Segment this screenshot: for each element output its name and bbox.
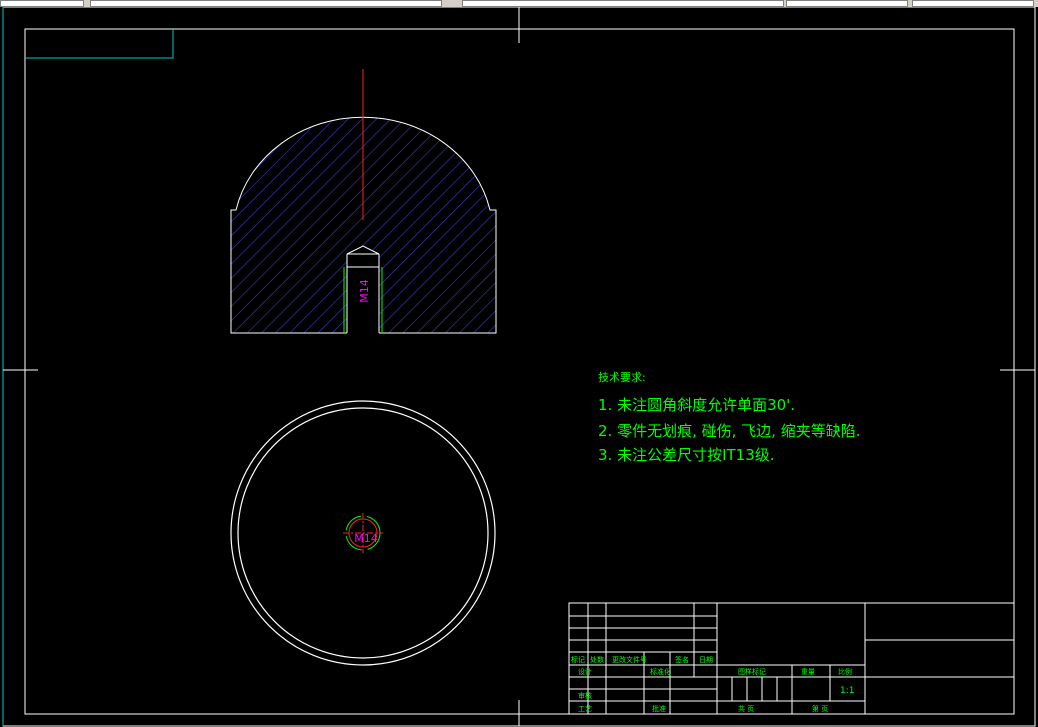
tb-label-approve: 批准 [652,704,666,713]
top-view[interactable]: M14 [230,400,496,666]
technical-requirements: 技术要求: 1. 未注圆角斜度允许单面30'. 2. 零件无划痕, 碰伤, 飞边… [598,371,860,464]
tb-label-design: 设计 [578,667,592,676]
toolbar-field[interactable] [786,0,908,7]
tb-label-signature: 签名 [675,655,689,664]
tb-label-check: 审核 [578,691,592,700]
toolbar-field[interactable] [462,0,784,7]
toolbar-field[interactable] [912,0,1034,7]
tb-scale-value: 1:1 [840,686,854,696]
tech-note-1: 1. 未注圆角斜度允许单面30'. [598,396,795,414]
tech-title: 技术要求: [598,371,646,384]
title-block-labels: 标记 处数 更改文件号 签名 日期 设计 标准化 审核 工艺 批准 图样标记 重… [571,655,854,713]
sheet-outer-border [2,7,1036,727]
tb-label-count: 处数 [590,655,604,664]
tb-label-date: 日期 [699,656,713,664]
tb-label-sheets-total: 共 页 [738,704,754,713]
drawing-frame [24,28,1015,715]
cad-drawing-canvas[interactable]: M14 M14 技术要求: 1. 未注圆角斜度允许单面30'. 2. 零件无划痕… [0,7,1038,727]
tb-label-scale: 比例 [838,667,852,676]
toolbar-field[interactable] [0,0,84,7]
tb-label-standard: 标准化 [650,667,671,676]
thread-dimension-top: M14 [354,532,378,545]
tech-note-2: 2. 零件无划痕, 碰伤, 飞边, 缩夹等缺陷. [598,422,860,440]
tb-label-change-doc: 更改文件号 [612,655,647,664]
toolbar-strip [0,0,1038,7]
tb-label-process: 工艺 [578,705,592,713]
thread-dimension-front: M14 [358,279,371,303]
tb-label-stage-mark: 图样标记 [738,667,766,676]
tech-note-3: 3. 未注公差尺寸按IT13级. [598,446,775,464]
tb-label-sheet-no: 第 页 [812,704,828,713]
frame-corner-box [25,29,174,59]
tb-label-weight: 重量 [801,668,815,676]
tb-label-mark: 标记 [571,655,585,664]
toolbar-field[interactable] [90,0,442,7]
front-section-view[interactable]: M14 [230,69,497,334]
